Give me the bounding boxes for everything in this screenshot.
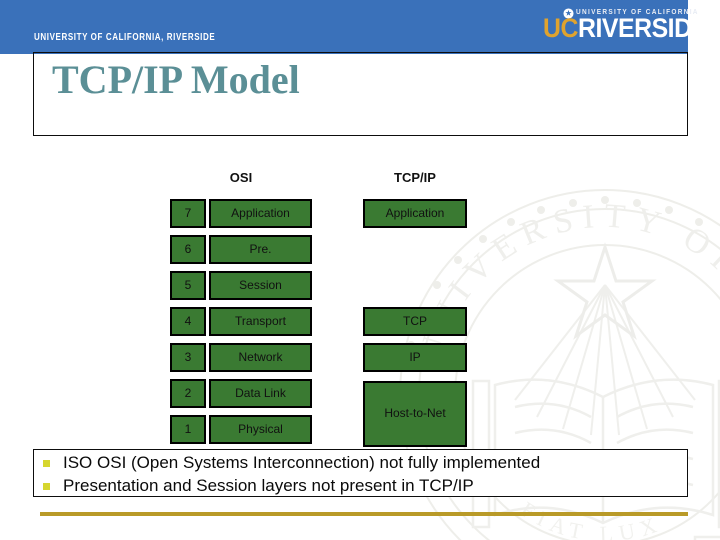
svg-text:FIAT LUX: FIAT LUX xyxy=(516,496,666,540)
osi-layer-number-1[interactable]: 1 xyxy=(170,415,206,444)
footer-gold-rule xyxy=(40,512,688,516)
osi-layer-number-7[interactable]: 7 xyxy=(170,199,206,228)
content-placeholder: ISO OSI (Open Systems Interconnection) n… xyxy=(33,449,688,497)
tcpip-layer-host-to-net[interactable]: Host-to-Net xyxy=(363,381,467,447)
header-band: UNIVERSITY OF CALIFORNIA, RIVERSIDE UNIV… xyxy=(0,0,708,54)
tcpip-layer-application[interactable]: Application xyxy=(363,199,467,228)
osi-layer-name-physical[interactable]: Physical xyxy=(209,415,312,444)
bullet-text: Presentation and Session layers not pres… xyxy=(63,476,474,495)
osi-layer-number-2[interactable]: 2 xyxy=(170,379,206,408)
osi-layer-number-6[interactable]: 6 xyxy=(170,235,206,264)
uc-riverside-logo: UNIVERSITY OF CALIFORNIA UCRIVERSIDE xyxy=(543,8,708,46)
osi-layer-name-session[interactable]: Session xyxy=(209,271,312,300)
bullet-text: ISO OSI (Open Systems Interconnection) n… xyxy=(63,453,541,472)
bullet-square-icon xyxy=(43,459,50,467)
list-item: ISO OSI (Open Systems Interconnection) n… xyxy=(43,453,540,473)
bullet-square-icon xyxy=(43,482,50,490)
tcpip-layer-tcp[interactable]: TCP xyxy=(363,307,467,336)
page-title: TCP/IP Model xyxy=(52,57,300,102)
tcpip-layer-ip[interactable]: IP xyxy=(363,343,467,372)
osi-layer-name-data-link[interactable]: Data Link xyxy=(209,379,312,408)
osi-layer-number-5[interactable]: 5 xyxy=(170,271,206,300)
header-wordmark: UNIVERSITY OF CALIFORNIA, RIVERSIDE xyxy=(34,31,216,43)
uc-logo-wordmark: UCRIVERSIDE xyxy=(543,15,708,42)
osi-layer-number-3[interactable]: 3 xyxy=(170,343,206,372)
list-item: Presentation and Session layers not pres… xyxy=(43,476,474,496)
column-header-tcpip: TCP/IP xyxy=(394,170,436,185)
osi-layer-name-presentation[interactable]: Pre. xyxy=(209,235,312,264)
uc-logo-uc: UC xyxy=(543,13,578,43)
osi-layer-name-network[interactable]: Network xyxy=(209,343,312,372)
slide-canvas: UNIVERSITY OF CALIFORNIA FIAT LUX xyxy=(0,0,720,540)
column-header-osi: OSI xyxy=(229,170,253,185)
title-placeholder: TCP/IP Model xyxy=(33,52,688,136)
osi-layer-name-application[interactable]: Application xyxy=(209,199,312,228)
uc-logo-riverside: RIVERSIDE xyxy=(577,13,708,43)
osi-layer-name-transport[interactable]: Transport xyxy=(209,307,312,336)
osi-layer-number-4[interactable]: 4 xyxy=(170,307,206,336)
